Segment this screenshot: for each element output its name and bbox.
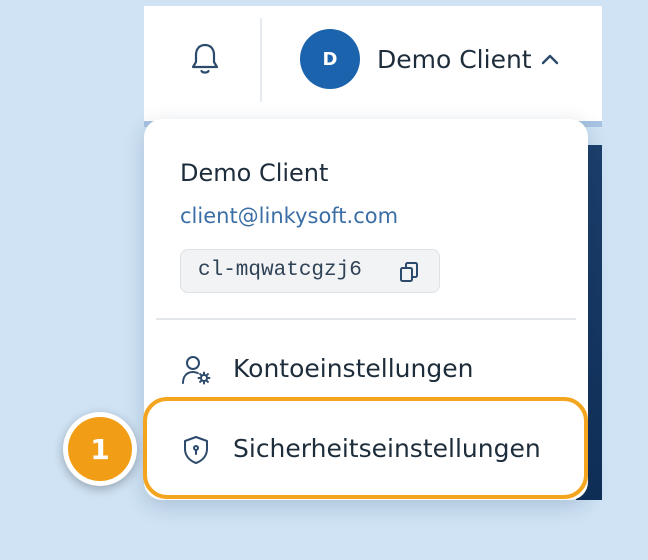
client-id-value: cl-mqwatcgzj6 bbox=[198, 259, 362, 282]
menu-user-email: client@linkysoft.com bbox=[180, 204, 399, 228]
menu-item-label: Kontoeinstellungen bbox=[233, 354, 474, 383]
copy-icon[interactable] bbox=[397, 260, 421, 284]
avatar[interactable]: D bbox=[300, 29, 360, 89]
client-id-chip[interactable]: cl-mqwatcgzj6 bbox=[180, 249, 440, 293]
step-highlight-outline bbox=[143, 397, 588, 499]
menu-divider bbox=[156, 318, 576, 320]
user-menu-toggle[interactable] bbox=[540, 50, 560, 70]
step-badge: 1 bbox=[63, 412, 137, 486]
bell-icon bbox=[191, 43, 219, 74]
step-number: 1 bbox=[68, 417, 132, 481]
header-divider bbox=[260, 18, 262, 102]
header-user-name[interactable]: Demo Client bbox=[377, 42, 532, 78]
top-bar: D Demo Client bbox=[144, 6, 602, 121]
notifications-button[interactable] bbox=[188, 42, 222, 76]
menu-user-name: Demo Client bbox=[180, 159, 329, 187]
user-settings-icon bbox=[180, 354, 212, 386]
menu-item-account-settings[interactable]: Kontoeinstellungen bbox=[180, 344, 570, 394]
chevron-up-icon bbox=[541, 54, 559, 65]
